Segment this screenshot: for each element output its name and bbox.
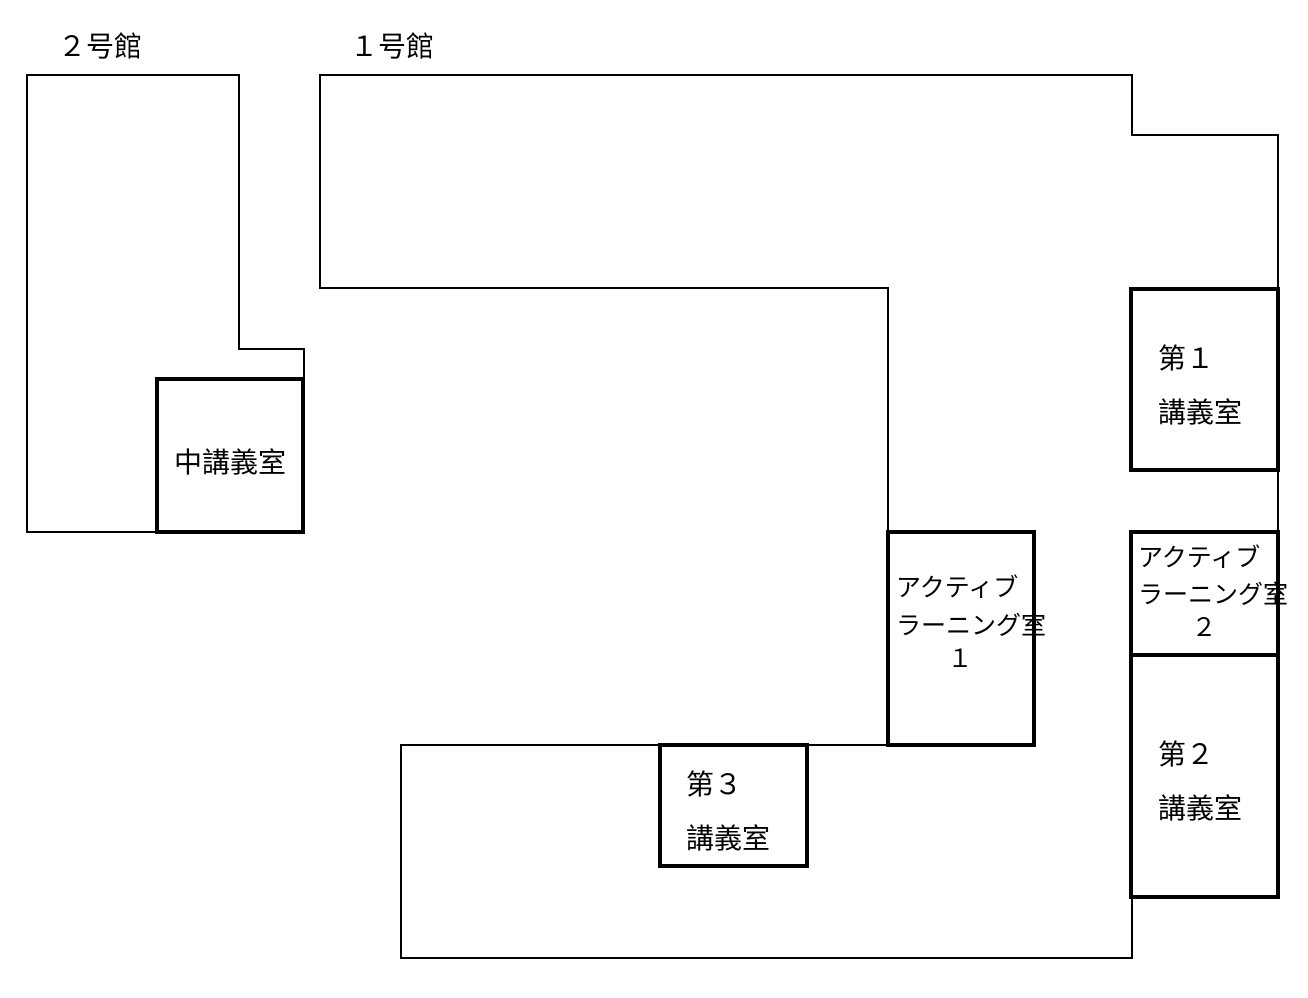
room-active-learning-1[interactable]: アクティブ ラーニング室 １ [886, 530, 1046, 747]
room-lecture-3-label-line2: 講義室 [686, 822, 770, 855]
room-middle-lecture[interactable]: 中講義室 [155, 377, 305, 534]
room-lecture-2-box [1129, 653, 1280, 899]
room-active-learning-2-label-line1: アクティブ [1138, 543, 1260, 572]
room-lecture-3-label-line1: 第３ [686, 768, 742, 801]
room-active-learning-2-label-line3: ２ [1191, 613, 1216, 642]
room-lecture-2-label-line2: 講義室 [1158, 792, 1242, 825]
building-2-label: ２号館 [58, 30, 142, 63]
room-active-learning-2[interactable]: アクティブ ラーニング室 ２ [1129, 530, 1288, 657]
floor-plan-diagram: 中講義室 第１ 講義室 アクティブ ラーニング室 １ アクティブ ラーニング室 … [26, 30, 1288, 959]
room-active-learning-1-label-line2: ラーニング室 [896, 611, 1046, 640]
room-lecture-2-label-line1: 第２ [1158, 738, 1214, 771]
room-active-learning-2-label-line2: ラーニング室 [1138, 580, 1288, 609]
room-lecture-1[interactable]: 第１ 講義室 [1129, 287, 1280, 472]
room-lecture-1-label-line1: 第１ [1158, 342, 1214, 375]
room-lecture-2[interactable]: 第２ 講義室 [1129, 653, 1280, 899]
room-active-learning-1-label-line3: １ [947, 644, 972, 673]
building-1-label: １号館 [350, 30, 434, 63]
room-lecture-1-label-line2: 講義室 [1158, 396, 1242, 429]
room-lecture-3[interactable]: 第３ 講義室 [658, 743, 809, 868]
room-active-learning-1-label-line1: アクティブ [896, 573, 1018, 602]
room-lecture-1-box [1129, 287, 1280, 472]
room-middle-lecture-label: 中講義室 [174, 446, 286, 479]
